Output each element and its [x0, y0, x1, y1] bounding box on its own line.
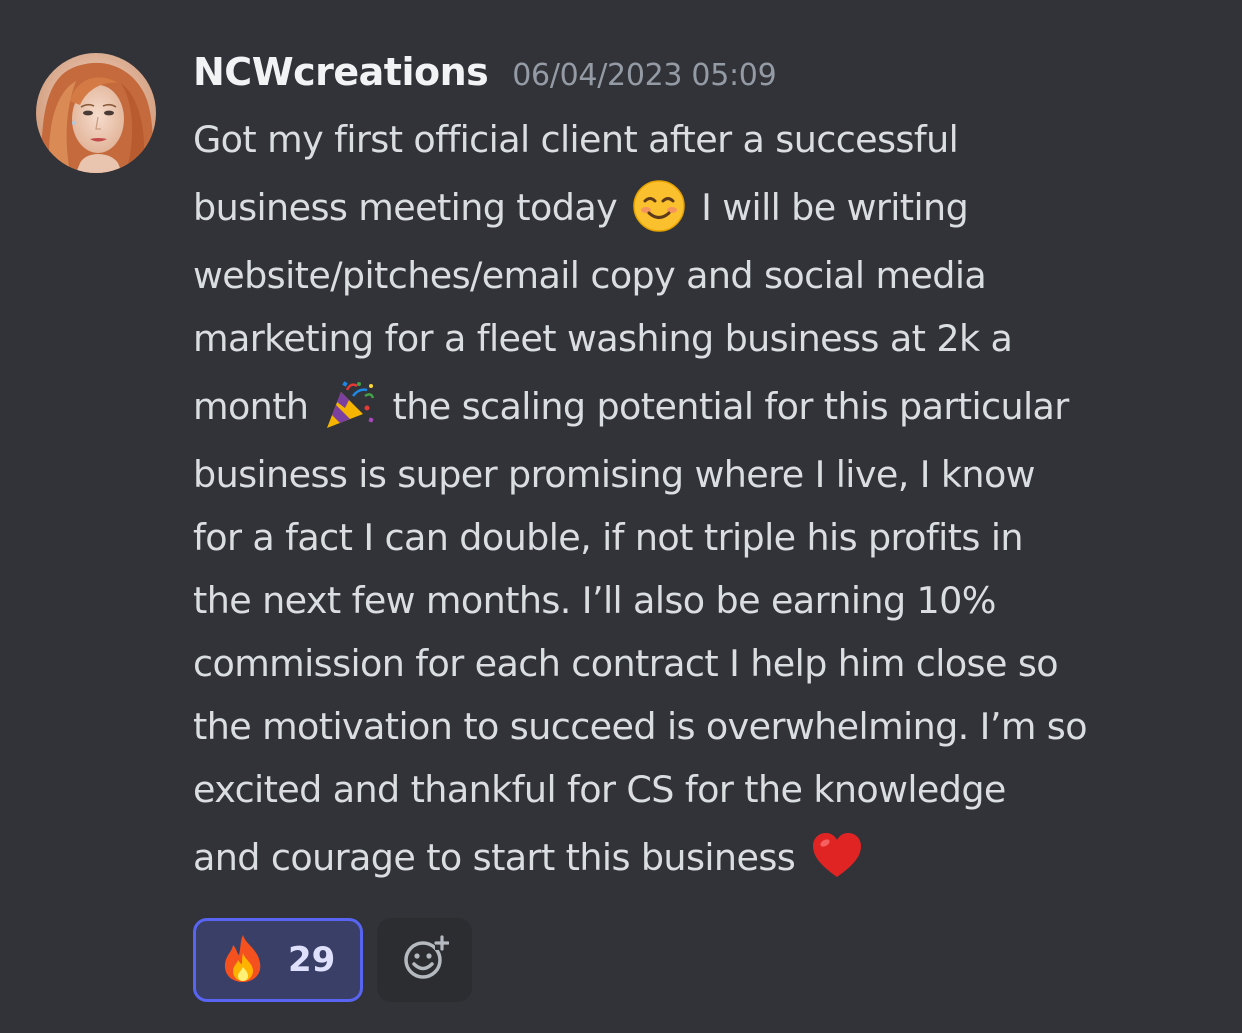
- fire-emoji: [220, 933, 266, 987]
- message-timestamp[interactable]: 06/04/2023 05:09: [512, 58, 776, 93]
- message-line: and courage to start this business: [193, 821, 1203, 894]
- message-line: business meeting today I will be writing: [193, 171, 1203, 244]
- party-popper-emoji: [323, 378, 377, 432]
- message-line: the next few months. I’ll also be earnin…: [193, 579, 996, 622]
- message-line: marketing for a fleet washing business a…: [193, 317, 1013, 360]
- message-line: business is super promising where I live…: [193, 453, 1036, 496]
- user-avatar[interactable]: [36, 53, 156, 173]
- red-heart-emoji: [810, 829, 864, 883]
- message-line: month the scaling potential for this par…: [193, 370, 1203, 443]
- message-line: Got my first official client after a suc…: [193, 118, 959, 161]
- add-reaction-icon: [401, 934, 450, 986]
- message-content: Got my first official client after a suc…: [193, 108, 1203, 894]
- reactions-bar: 29: [193, 918, 472, 1002]
- message-line: excited and thankful for CS for the know…: [193, 768, 1006, 811]
- message-header: NCWcreations 06/04/2023 05:09: [193, 50, 777, 102]
- message-line: website/pitches/email copy and social me…: [193, 254, 987, 297]
- reaction-count: 29: [288, 940, 336, 980]
- chat-message: NCWcreations 06/04/2023 05:09 Got my fir…: [0, 0, 1242, 1033]
- username[interactable]: NCWcreations: [193, 50, 489, 94]
- avatar-image: [36, 53, 156, 173]
- message-line: the motivation to succeed is overwhelmin…: [193, 705, 1088, 748]
- reaction-fire[interactable]: 29: [193, 918, 363, 1002]
- add-reaction-button[interactable]: [377, 918, 472, 1002]
- message-line: commission for each contract I help him …: [193, 642, 1059, 685]
- message-line: for a fact I can double, if not triple h…: [193, 516, 1023, 559]
- smiling-face-emoji: [632, 179, 686, 233]
